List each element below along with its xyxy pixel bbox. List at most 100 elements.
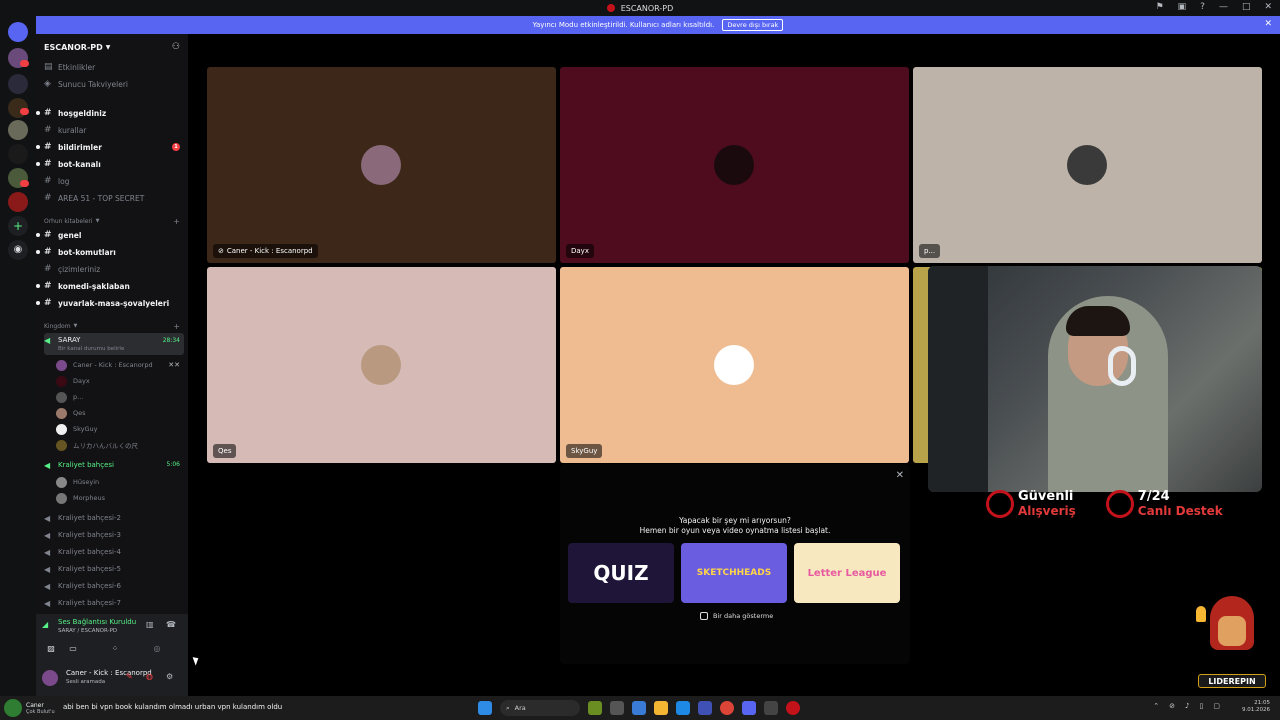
server-icon[interactable] (8, 120, 28, 140)
obs-icon[interactable] (764, 701, 778, 715)
pin-icon[interactable]: ⚑ (1156, 2, 1164, 12)
add-channel-icon[interactable]: + (173, 217, 180, 226)
invite-icon[interactable]: ⚇ (172, 42, 180, 52)
windows-start-icon[interactable] (478, 701, 492, 715)
headphones-muted-icon[interactable]: ◍ (146, 672, 153, 681)
add-channel-icon[interactable]: + (173, 322, 180, 331)
channel-item[interactable]: # bot-kanalı (36, 157, 184, 171)
server-icon[interactable] (8, 192, 28, 212)
letter-league-card[interactable]: Letter League (794, 543, 900, 603)
close-icon[interactable]: ✕ (896, 470, 904, 481)
maximize-button[interactable]: □ (1242, 2, 1251, 12)
search-box[interactable]: ⌕ Ara (500, 700, 580, 716)
message-toast[interactable]: Caner Çok Bulut'u (4, 699, 55, 717)
category-header[interactable]: Orhun kitabeleri ▼ + (44, 216, 184, 226)
sketch-heads-card[interactable]: SKETCHHEADS (681, 543, 787, 603)
channel-status[interactable]: Bir kanal durumu belirle (58, 346, 124, 352)
edge-icon[interactable] (676, 701, 690, 715)
voice-connected-title[interactable]: Ses Bağlantısı Kuruldu (58, 618, 136, 626)
channel-item[interactable]: # genel (36, 228, 184, 242)
server-icon[interactable] (8, 144, 28, 164)
voice-user[interactable]: Dayx (56, 374, 184, 388)
chevron-down-icon: ▼ (95, 218, 100, 224)
inbox-icon[interactable]: ▣ (1178, 2, 1187, 12)
channel-item[interactable]: # log (44, 174, 184, 188)
server-icon[interactable] (8, 74, 28, 94)
channel-item[interactable]: # hoşgeldiniz (36, 106, 184, 120)
channel-item[interactable]: # kurallar (44, 123, 184, 137)
channel-item[interactable]: # çizimleriniz (44, 262, 184, 276)
channel-item[interactable]: # yuvarlak-masa-şovalyeleri (36, 296, 184, 310)
clock[interactable]: 21:05 9.01.2026 (1242, 700, 1270, 714)
widgets-icon[interactable] (588, 701, 602, 715)
participant-name: p... (919, 244, 941, 258)
speaker-icon: ◀ (44, 336, 51, 345)
avatar[interactable] (42, 670, 58, 686)
minimize-button[interactable]: — (1219, 2, 1228, 12)
help-icon[interactable]: ? (1200, 2, 1205, 12)
chevron-down-icon: ▼ (73, 323, 78, 329)
gear-icon[interactable]: ⚙ (166, 672, 173, 681)
category-header[interactable]: Kingdom ▼ + (44, 321, 184, 331)
close-window-button[interactable]: ✕ (1264, 2, 1272, 12)
chevron-up-icon[interactable]: ⌃ (1153, 702, 1159, 710)
participant-tile[interactable]: SkyGuy (560, 267, 909, 463)
task-view-icon[interactable] (610, 701, 624, 715)
close-icon[interactable]: ✕ (1264, 19, 1272, 29)
chrome-icon[interactable] (720, 701, 734, 715)
activities-button[interactable]: ⁘ (104, 642, 126, 656)
participant-tile[interactable]: ⊘ Caner - Kick : Escanorpd (207, 67, 556, 263)
channel-item[interactable]: # bot-komutları (36, 245, 184, 259)
voice-user[interactable]: Hüseyin (56, 475, 184, 489)
disable-streamer-mode-button[interactable]: Devre dışı bırak (722, 19, 784, 31)
bookshelf (928, 266, 988, 492)
add-server-icon[interactable]: + (8, 216, 28, 236)
voice-channel[interactable]: ◀ Kraliyet bahçesi-3 (44, 528, 184, 542)
voice-channel[interactable]: ◀ Kraliyet bahçesi-7 (44, 596, 184, 610)
dont-show-again-checkbox[interactable]: Bir daha gösterme (700, 612, 773, 620)
voice-channel[interactable]: ◀ Kraliyet bahçesi-4 (44, 545, 184, 559)
voice-channel[interactable]: ◀ Kraliyet bahçesi-6 (44, 579, 184, 593)
notification-icon[interactable]: ▢ (1213, 702, 1220, 710)
store-icon[interactable] (698, 701, 712, 715)
participant-tile[interactable]: Dayx (560, 67, 909, 263)
discord-icon[interactable] (742, 701, 756, 715)
camera-off-button[interactable]: ▨ (40, 642, 62, 656)
voice-channel-garden[interactable]: ◀ Kraliyet bahçesi 5:06 (44, 458, 184, 472)
hash-icon: # (44, 281, 52, 291)
voice-user[interactable]: Qes (56, 406, 184, 420)
discord-home-icon[interactable] (8, 22, 28, 42)
channel-item[interactable]: # AREA 51 - TOP SECRET (44, 191, 184, 205)
checkbox-box[interactable] (700, 612, 708, 620)
voice-user[interactable]: SkyGuy (56, 422, 184, 436)
voice-user[interactable]: p... (56, 390, 184, 404)
file-explorer-icon[interactable] (654, 701, 668, 715)
disconnect-icon[interactable]: ☎ (166, 620, 176, 629)
voice-channel[interactable]: ◀ Kraliyet bahçesi-5 (44, 562, 184, 576)
signal-icon[interactable]: ◢ (42, 620, 48, 629)
channel-item[interactable]: # komedi-şaklaban (36, 279, 184, 293)
participant-tile[interactable]: Qes (207, 267, 556, 463)
battery-icon[interactable]: ▯ (1200, 702, 1204, 710)
soundboard-button[interactable]: ◎ (146, 642, 168, 656)
noise-suppression-icon[interactable]: ▥ (146, 620, 154, 629)
participant-tile[interactable]: p... (913, 67, 1262, 263)
app-icon[interactable] (786, 701, 800, 715)
events-item[interactable]: ▤ Etkinlikler (44, 60, 184, 74)
channel-item[interactable]: # bildirimler 1 (36, 140, 184, 154)
mic-muted-icon[interactable]: ✎ (126, 672, 133, 681)
voice-user[interactable]: Caner - Kick : Escanorpd ✕✕ (56, 358, 184, 372)
voice-channel-saray[interactable]: ◀ SARAY 28:34 Bir kanal durumu belirle (44, 333, 184, 355)
network-off-icon[interactable]: ⊘ (1169, 702, 1175, 710)
boosts-item[interactable]: ◈ Sunucu Takviyeleri (44, 77, 184, 91)
copilot-icon[interactable] (632, 701, 646, 715)
quiz-planet-card[interactable]: QUIZ (568, 543, 674, 603)
activity-heading: Yapacak bir şey mi arıyorsun? (679, 516, 791, 525)
explore-icon[interactable]: ◉ (8, 240, 28, 260)
voice-user[interactable]: Morpheus (56, 491, 184, 505)
volume-icon[interactable]: ♪ (1185, 702, 1189, 710)
screen-share-button[interactable]: ▭ (62, 642, 84, 656)
server-header[interactable]: ESCANOR-PD ▼ ⚇ (44, 41, 184, 53)
voice-channel[interactable]: ◀ Kraliyet bahçesi-2 (44, 511, 184, 525)
voice-user[interactable]: ムリカハんバルくの尺 (56, 438, 184, 452)
